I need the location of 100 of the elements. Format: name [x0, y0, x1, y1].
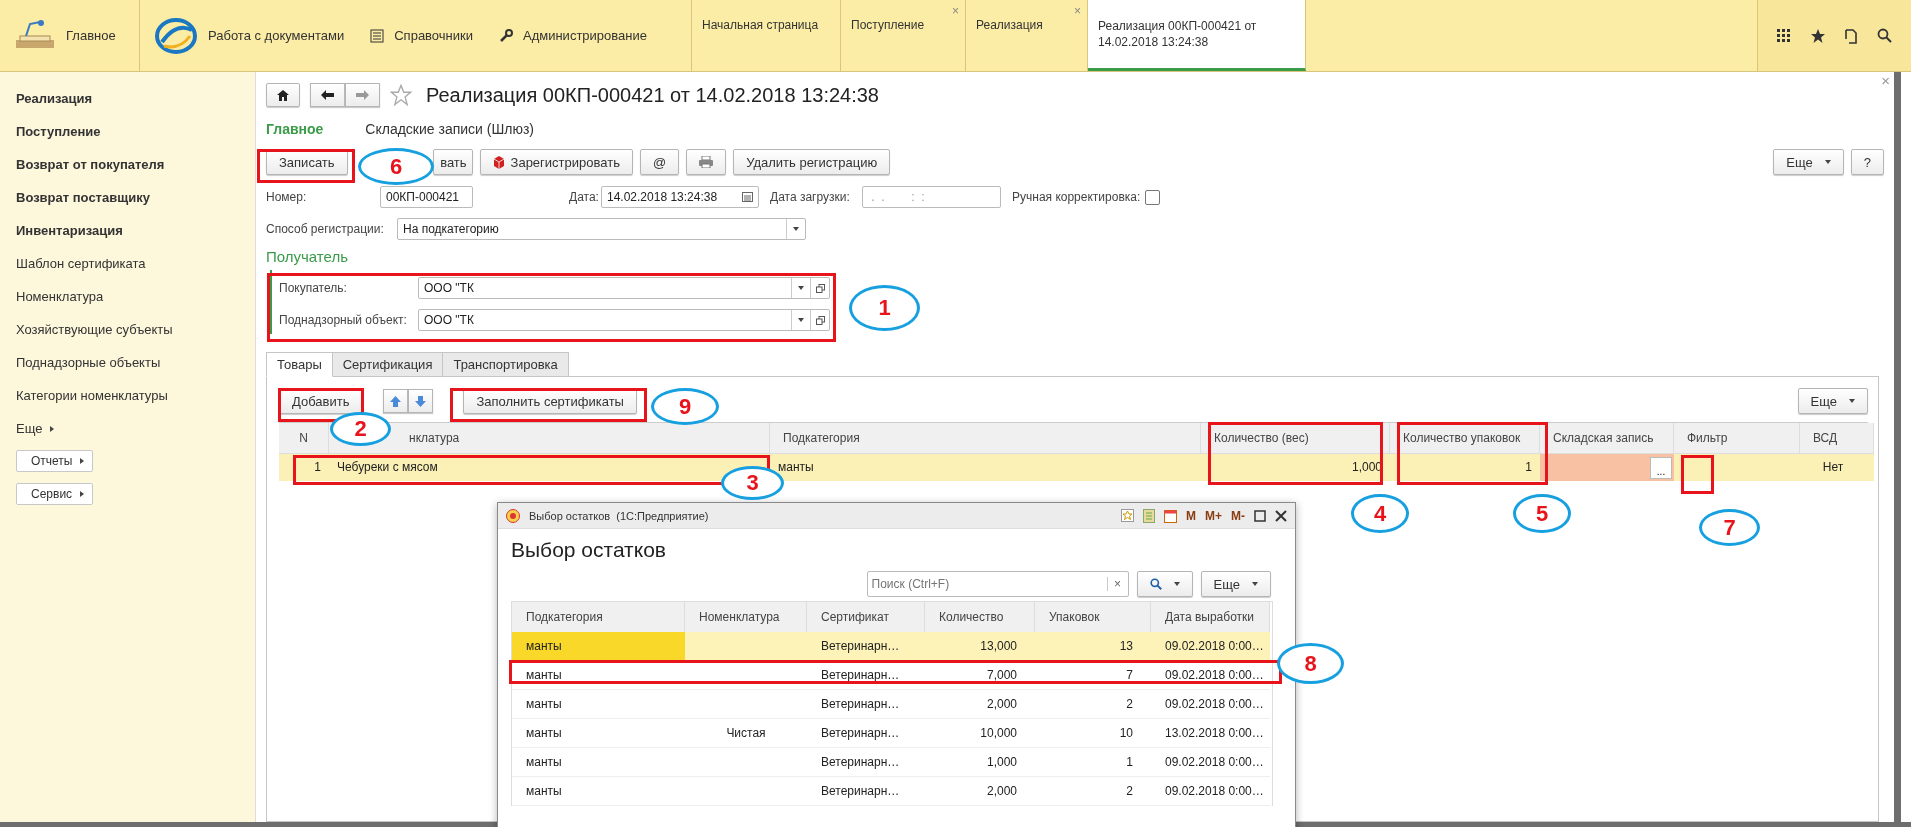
sidebar-item[interactable]: Поступление: [16, 115, 101, 148]
search-icon[interactable]: [1876, 28, 1892, 43]
storage-record-cell[interactable]: ...: [1540, 454, 1674, 481]
favorite-icon[interactable]: [1121, 509, 1134, 522]
page-tab[interactable]: Начальная страница: [692, 0, 841, 71]
picker-button[interactable]: ...: [1650, 456, 1672, 479]
table-cell[interactable]: манты: [512, 661, 685, 690]
move-down-button[interactable]: [408, 389, 434, 413]
back-button[interactable]: [310, 83, 345, 107]
number-field[interactable]: 00КП-000421: [380, 186, 473, 208]
column-header[interactable]: Количество: [925, 602, 1035, 632]
sidebar-button[interactable]: Отчеты: [16, 450, 94, 472]
calendar-icon[interactable]: [742, 192, 753, 202]
command-button[interactable]: @: [639, 149, 680, 175]
form-tab[interactable]: Сертификация: [331, 352, 444, 377]
form-tab[interactable]: Транспортировка: [442, 352, 569, 377]
field-label: Покупатель:: [279, 281, 348, 295]
caret-icon[interactable]: [793, 227, 799, 231]
callout-number: 4: [1351, 494, 1409, 533]
sidebar-item[interactable]: Хозяйствующие субъекты: [16, 313, 173, 346]
section-link[interactable]: Работа с документами: [154, 15, 345, 56]
more-button[interactable]: Еще: [1773, 149, 1844, 175]
caret-icon[interactable]: [798, 318, 804, 322]
sidebar-button[interactable]: Сервис: [16, 483, 94, 505]
search-field[interactable]: Поиск (Ctrl+F) ×: [866, 571, 1129, 597]
field-label: Поднадзорный объект:: [279, 313, 408, 327]
page-tab[interactable]: Поступление ×: [841, 0, 966, 71]
checkbox[interactable]: [1145, 189, 1161, 205]
star-icon[interactable]: [1809, 27, 1826, 44]
register-button[interactable]: Зарегистрировать: [479, 149, 633, 175]
section-link[interactable]: Справочники: [370, 28, 473, 43]
home-button[interactable]: [266, 83, 300, 107]
clear-button[interactable]: ×: [1106, 577, 1128, 591]
form-section-link[interactable]: Главное: [266, 121, 324, 137]
table-cell[interactable]: манты: [512, 690, 685, 719]
table-cell[interactable]: манты: [512, 719, 685, 748]
column-header[interactable]: ВСД: [1800, 423, 1874, 454]
section-link[interactable]: Администрирование: [499, 28, 647, 43]
field-label: Ручная корректировка:: [1012, 190, 1141, 204]
sidebar-item[interactable]: Реализация: [16, 82, 93, 115]
column-header[interactable]: Количество упаковок: [1390, 423, 1540, 454]
column-header[interactable]: N: [279, 423, 329, 454]
form-tab[interactable]: Товары: [266, 352, 333, 377]
column-header[interactable]: Упаковок: [1035, 602, 1151, 632]
home-section[interactable]: Главное: [0, 0, 140, 71]
method-dropdown[interactable]: На подкатегорию: [397, 218, 806, 240]
move-up-button[interactable]: [383, 389, 409, 413]
table-cell: 13.02.2018 0:00…: [1151, 719, 1270, 748]
caret-icon[interactable]: [798, 286, 804, 290]
apps-grid-icon[interactable]: [1777, 28, 1792, 43]
column-header[interactable]: Дата выработки: [1151, 602, 1270, 632]
printer-icon: [699, 156, 714, 168]
down-arrow-icon: [415, 395, 427, 407]
form-section-link[interactable]: Складские записи (Шлюз): [365, 121, 535, 137]
memory-button[interactable]: M: [1186, 508, 1196, 523]
help-button[interactable]: ?: [1850, 149, 1884, 175]
caret-icon: [1849, 399, 1855, 403]
memory-button[interactable]: M-: [1231, 508, 1245, 523]
table-cell[interactable]: манты: [512, 632, 685, 661]
command-button[interactable]: Удалить регистрацию: [733, 149, 891, 175]
column-header[interactable]: Складская запись: [1540, 423, 1674, 454]
table-cell[interactable]: манты: [512, 777, 685, 806]
more-button[interactable]: Еще: [1797, 388, 1868, 414]
memory-button[interactable]: M+: [1205, 508, 1222, 523]
table-cell: 09.02.2018 0:00…: [1151, 748, 1270, 777]
caret-icon: [80, 458, 85, 464]
date-field[interactable]: 14.02.2018 13:24:38: [601, 186, 759, 208]
close-icon[interactable]: [1275, 509, 1287, 522]
search-button[interactable]: [1136, 571, 1193, 597]
column-header[interactable]: Номенклатура: [685, 602, 807, 632]
column-header[interactable]: Сертификат: [807, 602, 925, 632]
column-header[interactable]: Количество (вес): [1201, 423, 1390, 454]
calendar-icon[interactable]: [1164, 508, 1177, 523]
group-title: Получатель: [266, 248, 349, 267]
maximize-icon[interactable]: [1254, 509, 1266, 522]
more-button[interactable]: Еще: [1200, 571, 1271, 597]
select-field[interactable]: ООО "ТК: [418, 309, 830, 331]
page-tab[interactable]: Реализация 00КП-000421 от 14.02.2018 13:24:38: [1088, 0, 1306, 71]
sidebar-item[interactable]: Возврат поставщику: [16, 181, 150, 214]
column-header[interactable]: Фильтр: [1674, 423, 1800, 454]
column-header[interactable]: Подкатегория: [770, 423, 1201, 454]
sidebar-item[interactable]: Категории номенклатуры: [16, 379, 168, 412]
open-window-icon[interactable]: [815, 315, 825, 325]
command-button[interactable]: вать: [432, 149, 473, 175]
sidebar-item[interactable]: Возврат от покупателя: [16, 148, 165, 181]
sidebar-item[interactable]: Поднадзорные объекты: [16, 346, 161, 379]
table-cell: 13: [1035, 632, 1151, 661]
star-outline-icon[interactable]: [390, 84, 412, 106]
table-cell: 1: [1035, 748, 1151, 777]
sidebar-item[interactable]: Номенклатура: [16, 280, 104, 313]
print-button[interactable]: [686, 149, 727, 175]
callout-number: 7: [1699, 509, 1760, 546]
sidebar-item[interactable]: Инвентаризация: [16, 214, 123, 247]
select-field[interactable]: ООО "ТК: [418, 277, 830, 299]
table-cell[interactable]: манты: [512, 748, 685, 777]
open-window-icon[interactable]: [815, 283, 825, 293]
sidebar-item[interactable]: Шаблон сертификата: [16, 247, 146, 280]
load-date-field[interactable]: . . : :: [862, 186, 1001, 208]
sidebar-more-link[interactable]: Еще: [16, 412, 55, 445]
column-header[interactable]: Подкатегория: [512, 602, 685, 632]
